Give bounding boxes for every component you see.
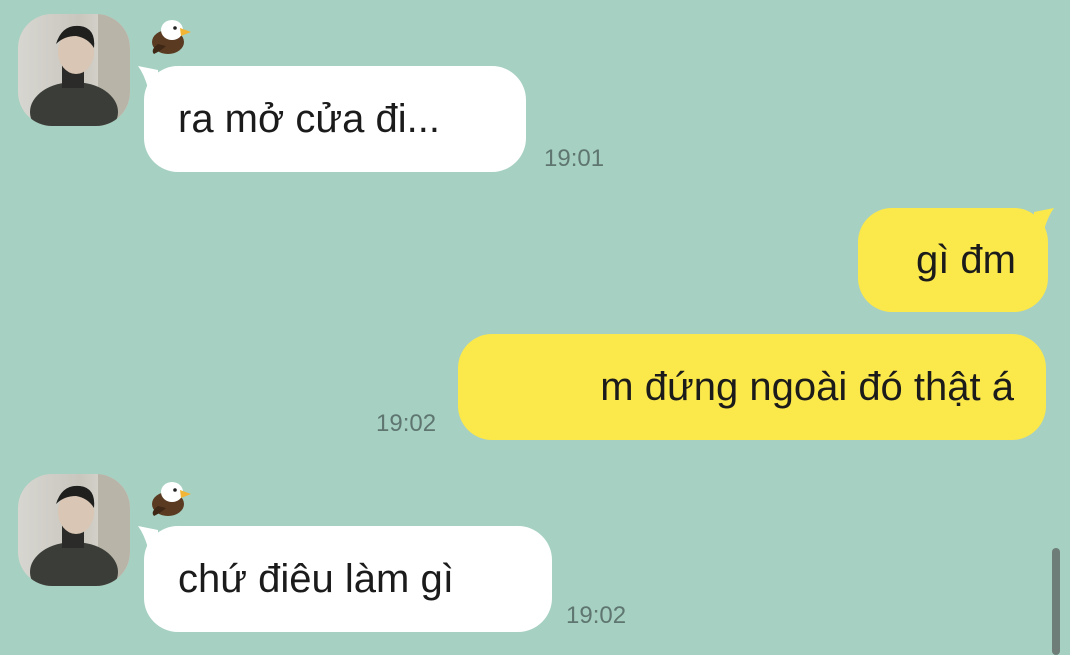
message-timestamp: 19:02 <box>376 410 437 437</box>
scrollbar[interactable] <box>1052 548 1060 655</box>
contact-avatar[interactable] <box>18 474 130 586</box>
message-bubble-outgoing[interactable]: gì đm <box>858 208 1048 312</box>
message-bubble-incoming[interactable]: ra mở cửa đi... <box>144 66 526 172</box>
message-bubble-incoming[interactable]: chứ điêu làm gì <box>144 526 552 632</box>
eagle-icon <box>146 14 194 56</box>
message-text: m đứng ngoài đó thật á <box>600 365 1014 409</box>
contact-avatar[interactable] <box>18 14 130 126</box>
message-timestamp: 19:01 <box>544 145 605 172</box>
message-text: ra mở cửa đi... <box>178 97 440 141</box>
message-bubble-outgoing[interactable]: m đứng ngoài đó thật á <box>458 334 1046 440</box>
eagle-icon <box>146 476 194 518</box>
message-text: gì đm <box>915 238 1016 282</box>
message-text: chứ điêu làm gì <box>178 557 454 601</box>
message-timestamp: 19:02 <box>566 602 627 629</box>
